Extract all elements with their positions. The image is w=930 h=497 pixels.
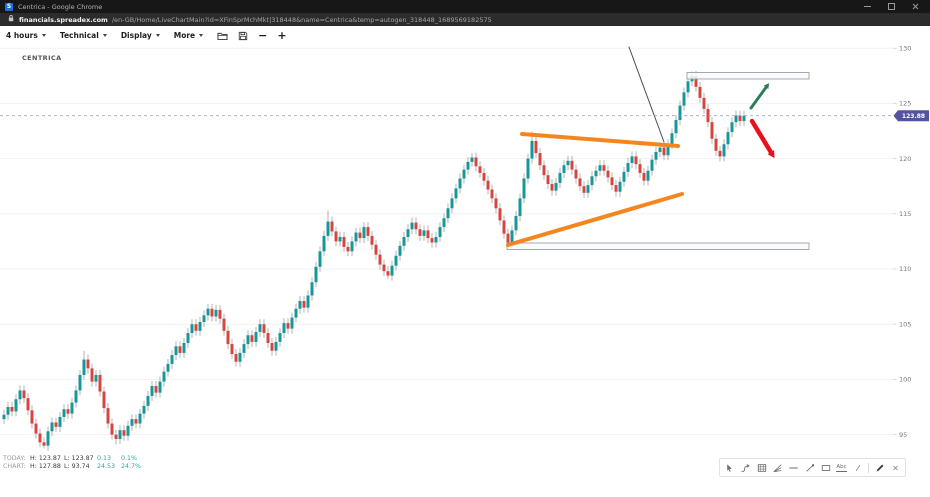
svg-text:120: 120 [899, 155, 911, 163]
legend-label: TODAY: [3, 455, 30, 463]
legend-label: CHART: [3, 463, 30, 471]
trendline-lower[interactable] [508, 194, 682, 245]
delete-icon[interactable] [890, 462, 901, 474]
save-icon[interactable] [238, 31, 248, 41]
legend-change-pct: 0.1% [121, 455, 137, 463]
technical-menu[interactable]: Technical [60, 31, 107, 40]
legend-change-pct: 24.7% [121, 463, 141, 471]
resistance-box[interactable] [687, 73, 809, 80]
display-menu[interactable]: Display [121, 31, 160, 40]
open-folder-icon[interactable] [217, 31, 228, 41]
svg-text:130: 130 [899, 45, 911, 52]
price-legend: TODAY:H: 123.87L: 123.870.130.1% CHART:H… [3, 455, 141, 471]
more-menu[interactable]: More [174, 31, 203, 40]
legend-high: H: 123.87 [30, 455, 64, 463]
horizontal-line-icon[interactable] [788, 462, 799, 474]
cursor-icon[interactable] [724, 462, 735, 474]
technical-menu-label: Technical [60, 31, 99, 40]
trendline-upper[interactable] [522, 134, 678, 146]
support-box[interactable] [507, 243, 809, 250]
svg-text:115: 115 [899, 210, 911, 218]
elbow-arrow-icon[interactable] [740, 462, 751, 474]
chevron-down-icon [42, 34, 46, 37]
legend-change: 24.53 [97, 463, 121, 471]
chart-drawings[interactable] [0, 47, 893, 250]
more-menu-label: More [174, 31, 195, 40]
grid-icon[interactable] [756, 462, 767, 474]
fan-lines-icon[interactable] [772, 462, 783, 474]
gridlines [0, 45, 893, 435]
chevron-down-icon [103, 34, 107, 37]
chevron-down-icon [156, 34, 160, 37]
browser-window: S Centrica - Google Chrome financials.sp… [0, 0, 930, 497]
timeframe-menu-label: 4 hours [6, 31, 38, 40]
maximize-icon[interactable] [888, 3, 895, 10]
legend-high: H: 127.88 [30, 463, 64, 471]
svg-text:125: 125 [899, 100, 911, 108]
price-chart[interactable]: 13012512011511010510095Feb71421Mar714212… [0, 45, 930, 497]
legend-low: L: 93.74 [64, 463, 97, 471]
text-tool-label: Abc [836, 464, 846, 472]
url-path: /en-GB/Home/LiveChartMain?id=XFinSprMchM… [112, 16, 492, 24]
zoom-in-button[interactable]: + [277, 31, 286, 41]
pencil-icon[interactable] [874, 462, 885, 474]
browser-url-bar[interactable]: financials.spreadex.com/en-GB/Home/LiveC… [0, 13, 930, 26]
up-arrow[interactable] [751, 83, 769, 108]
legend-row-chart: CHART:H: 127.88L: 93.7424.5324.7% [3, 463, 141, 471]
minimize-icon[interactable] [864, 6, 871, 7]
last-price-badge: 123.88 [894, 110, 930, 121]
chart-toolbar: 4 hours Technical Display More − + [0, 26, 930, 46]
svg-text:100: 100 [899, 376, 911, 384]
legend-row-today: TODAY:H: 123.87L: 123.870.130.1% [3, 455, 141, 463]
timeframe-menu[interactable]: 4 hours [6, 31, 46, 40]
spreadex-logo-icon: S [5, 3, 13, 11]
rectangle-icon[interactable] [820, 462, 831, 474]
slash-icon[interactable] [852, 462, 863, 474]
svg-text:95: 95 [899, 431, 907, 439]
url-domain: financials.spreadex.com [19, 16, 108, 24]
svg-text:105: 105 [899, 320, 911, 328]
display-menu-label: Display [121, 31, 152, 40]
window-title: Centrica - Google Chrome [18, 3, 102, 11]
lock-icon[interactable] [7, 14, 15, 25]
svg-text:110: 110 [899, 265, 911, 273]
text-icon[interactable]: Abc [836, 462, 847, 474]
legend-change: 0.13 [97, 455, 121, 463]
legend-low: L: 123.87 [64, 455, 97, 463]
chevron-down-icon [199, 34, 203, 37]
candlesticks [3, 71, 746, 451]
window-titlebar: S Centrica - Google Chrome [0, 0, 930, 13]
drawing-toolbar: Abc [719, 458, 906, 477]
svg-text:123.88: 123.88 [902, 113, 925, 120]
close-icon[interactable] [912, 3, 919, 10]
chart-area: 13012512011511010510095Feb71421Mar714212… [0, 45, 930, 497]
trend-line-icon[interactable] [804, 462, 815, 474]
pointer-line[interactable] [629, 47, 664, 142]
toolbar-separator [868, 463, 869, 473]
down-arrow[interactable] [752, 121, 774, 158]
symbol-label: CENTRICA [22, 54, 62, 62]
zoom-out-button[interactable]: − [258, 31, 267, 41]
